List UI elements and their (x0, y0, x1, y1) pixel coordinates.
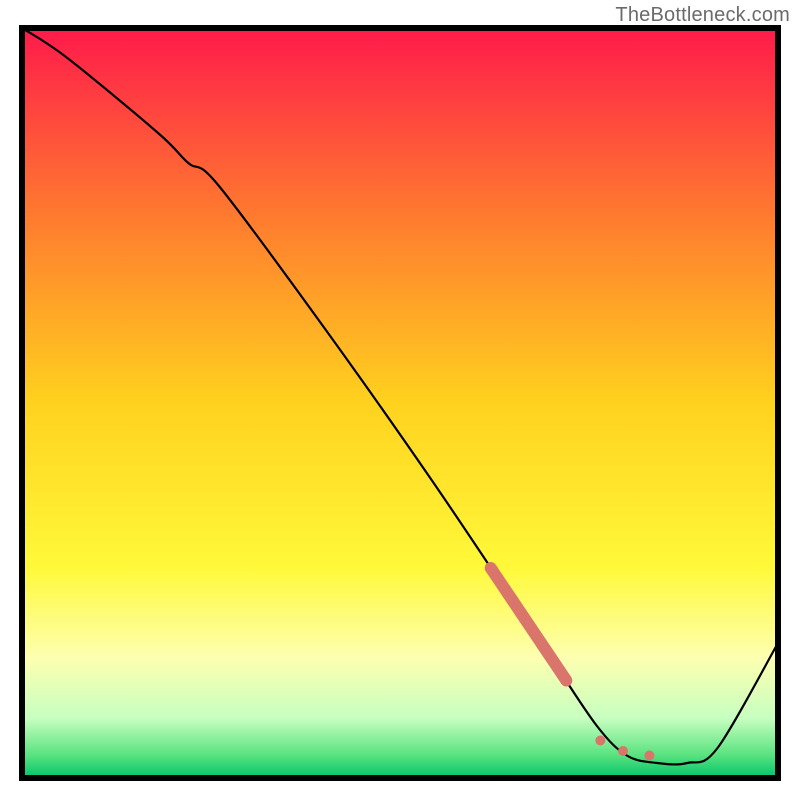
chart-container: TheBottleneck.com (0, 0, 800, 800)
gradient-background (22, 28, 778, 778)
highlight-dot (618, 746, 628, 756)
highlight-dot (595, 736, 605, 746)
bottleneck-chart (8, 24, 792, 792)
highlight-dot (644, 751, 654, 761)
